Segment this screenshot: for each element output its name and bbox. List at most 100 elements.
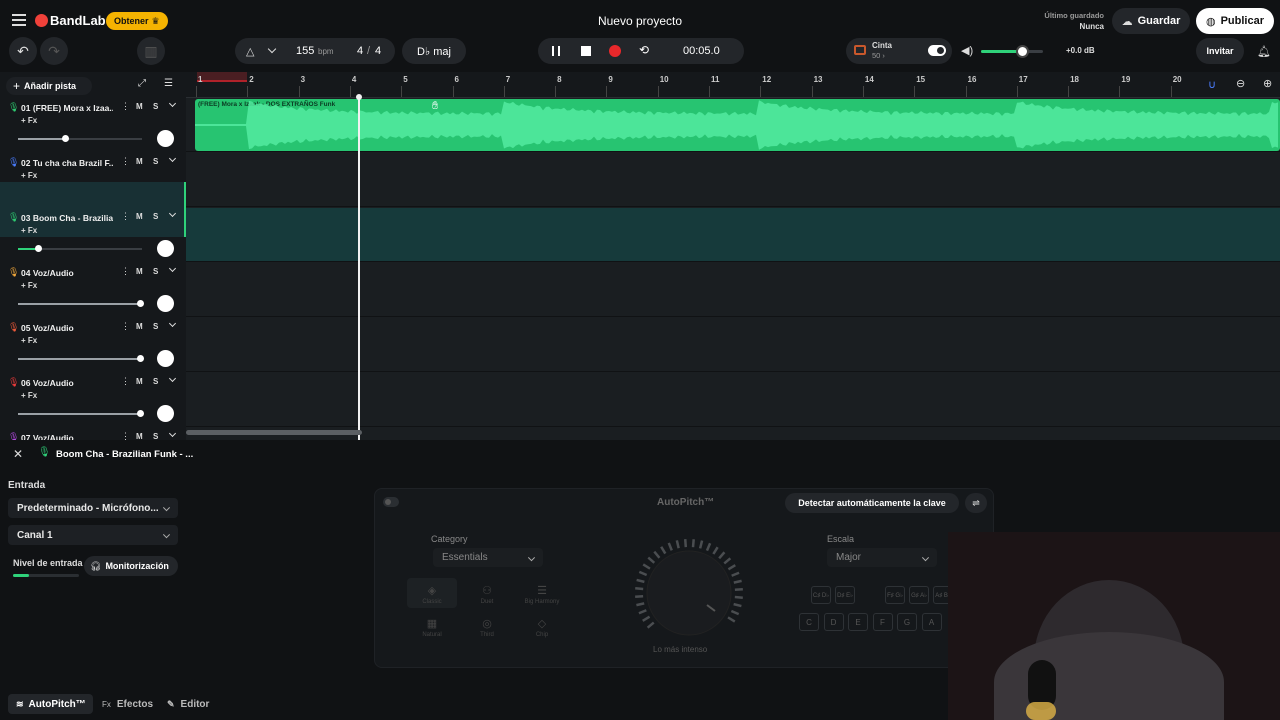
track-header[interactable]: 🎙︎ 07 Voz/Audio ⋮ M S xyxy=(0,402,186,440)
key-natural[interactable]: D xyxy=(823,613,844,631)
chevron-down-icon[interactable] xyxy=(168,209,177,218)
track-name[interactable]: 02 Tu cha cha Brazil F... xyxy=(21,158,113,168)
solo-button[interactable]: S xyxy=(153,102,158,111)
track-menu-icon[interactable]: ⋮ xyxy=(121,431,130,440)
mute-button[interactable]: M xyxy=(136,322,143,331)
invite-button[interactable]: Invitar xyxy=(1196,38,1244,64)
add-fx-button[interactable]: + Fx xyxy=(21,116,37,125)
mute-button[interactable]: M xyxy=(136,212,143,221)
track-name[interactable]: 06 Voz/Audio xyxy=(21,378,113,388)
record-icon[interactable] xyxy=(609,45,621,57)
save-button[interactable]: ☁ Guardar xyxy=(1112,8,1190,34)
pause-icon[interactable] xyxy=(552,46,560,56)
mute-button[interactable]: M xyxy=(136,102,143,111)
key-natural[interactable]: G xyxy=(897,613,917,631)
preset-third[interactable]: ◎ Third xyxy=(462,611,512,641)
chevron-down-icon[interactable] xyxy=(168,99,177,108)
chevron-down-icon[interactable] xyxy=(168,264,177,273)
tape-toggle[interactable] xyxy=(928,45,946,56)
intensity-dial[interactable] xyxy=(633,537,745,649)
track-header[interactable]: 🎙︎ 04 Voz/Audio ⋮ M S + Fx xyxy=(0,237,186,312)
tab-effects[interactable]: Fx Efectos xyxy=(102,694,153,714)
chevron-down-icon[interactable] xyxy=(168,154,177,163)
solo-button[interactable]: S xyxy=(153,212,158,221)
preset-classic[interactable]: ◈ Classic xyxy=(407,578,457,608)
track-menu-icon[interactable]: ⋮ xyxy=(121,376,130,387)
track-lane[interactable] xyxy=(186,373,1280,427)
track-lane[interactable] xyxy=(186,153,1280,207)
add-fx-button[interactable]: + Fx xyxy=(21,171,37,180)
mute-button[interactable]: M xyxy=(136,267,143,276)
tape-value[interactable]: 50 › xyxy=(872,51,885,60)
publish-button[interactable]: ◍ Publicar xyxy=(1196,8,1274,34)
solo-button[interactable]: S xyxy=(153,377,158,386)
track-menu-icon[interactable]: ⋮ xyxy=(121,211,130,222)
key-selector[interactable]: D♭ maj xyxy=(402,38,466,64)
track-name[interactable]: 01 (FREE) Mora x Izaa... xyxy=(21,103,113,113)
track-lane[interactable] xyxy=(186,208,1280,262)
key-sharp[interactable]: C♯ D♭ xyxy=(811,586,831,604)
get-button[interactable]: Obtener ♛ xyxy=(106,12,168,30)
track-lane[interactable] xyxy=(186,263,1280,317)
add-fx-button[interactable]: + Fx xyxy=(21,391,37,400)
track-menu-icon[interactable]: ⋮ xyxy=(121,321,130,332)
add-fx-button[interactable]: + Fx xyxy=(21,281,37,290)
mute-button[interactable]: M xyxy=(136,377,143,386)
notification-bell-icon[interactable]: 🔔︎ xyxy=(1257,45,1271,58)
bpm-value[interactable]: 155 xyxy=(296,45,314,57)
tab-editor[interactable]: ✎ Editor xyxy=(167,694,209,714)
key-sharp[interactable]: D♯ E♭ xyxy=(835,586,855,604)
track-lane[interactable] xyxy=(186,318,1280,372)
add-fx-button[interactable]: + Fx xyxy=(21,226,37,235)
key-natural[interactable]: A xyxy=(921,613,942,631)
track-header[interactable]: 🎙︎ 05 Voz/Audio ⋮ M S + Fx xyxy=(0,292,186,367)
category-select[interactable]: Essentials xyxy=(433,548,543,567)
add-fx-button[interactable]: + Fx xyxy=(21,336,37,345)
metronome-dropdown-chevron-icon[interactable] xyxy=(267,44,277,54)
preset-natural[interactable]: ▦ Natural xyxy=(407,611,457,641)
snap-magnet-icon[interactable]: ∪ xyxy=(1208,78,1216,91)
autopitch-settings-button[interactable]: ⇌ xyxy=(965,493,987,513)
chevron-down-icon[interactable] xyxy=(168,319,177,328)
redo-button[interactable]: ↷ xyxy=(40,37,68,65)
signature-numerator[interactable]: 4 xyxy=(357,45,363,57)
timeline-area[interactable]: 1234567891011121314151617181920 ∪ ⊖ ⊕ (F… xyxy=(186,72,1280,440)
track-menu-icon[interactable]: ⋮ xyxy=(121,101,130,112)
chevron-down-icon[interactable] xyxy=(168,374,177,383)
close-panel-icon[interactable]: ✕ xyxy=(13,447,23,461)
stop-icon[interactable] xyxy=(581,46,591,56)
mute-button[interactable]: M xyxy=(136,157,143,166)
timeline-ruler[interactable]: 1 2 3 4 5 6 7 8 9 10 11 12 13 14 15 16 17 18 19 20 ∪ ⊖ ⊕ xyxy=(186,72,1280,98)
playhead[interactable] xyxy=(358,96,360,440)
key-sharp[interactable]: G♯ A♭ xyxy=(909,586,929,604)
solo-button[interactable]: S xyxy=(153,432,158,440)
metronome-icon[interactable]: △ xyxy=(246,45,254,58)
preset-chip[interactable]: ◇ Chip xyxy=(517,611,567,641)
detect-key-button[interactable]: Detectar automáticamente la clave xyxy=(785,493,959,513)
key-natural[interactable]: C xyxy=(799,613,819,631)
track-menu-icon[interactable]: ⋮ xyxy=(121,266,130,277)
solo-button[interactable]: S xyxy=(153,157,158,166)
solo-button[interactable]: S xyxy=(153,267,158,276)
signature-denominator[interactable]: 4 xyxy=(375,45,381,57)
solo-button[interactable]: S xyxy=(153,322,158,331)
loop-region-marker[interactable] xyxy=(197,72,247,82)
mixer-button[interactable]: ▥ xyxy=(137,37,165,65)
track-name[interactable]: 05 Voz/Audio xyxy=(21,323,113,333)
zoom-out-icon[interactable]: ⊖ xyxy=(1236,77,1245,90)
track-menu-icon[interactable]: ⋮ xyxy=(121,156,130,167)
undo-button[interactable]: ↶ xyxy=(9,37,37,65)
key-sharp[interactable]: F♯ G♭ xyxy=(885,586,905,604)
track-header[interactable]: 🎙︎ 02 Tu cha cha Brazil F... ⋮ M S + Fx xyxy=(0,127,186,202)
timeline-scrollbar-thumb[interactable] xyxy=(186,430,362,435)
track-name[interactable]: 07 Voz/Audio xyxy=(21,433,113,440)
track-name[interactable]: 03 Boom Cha - Brazilia... xyxy=(21,213,113,223)
channel-select[interactable]: Canal 1 xyxy=(8,525,178,545)
master-volume-slider[interactable] xyxy=(981,45,1043,58)
preset-big-harmony[interactable]: ☰ Big Harmony xyxy=(517,578,567,608)
hamburger-menu-icon[interactable] xyxy=(12,14,26,26)
mute-button[interactable]: M xyxy=(136,432,143,440)
track-header[interactable]: 🎙︎ 03 Boom Cha - Brazilia... ⋮ M S + Fx xyxy=(0,182,186,257)
autopitch-power-toggle[interactable] xyxy=(383,497,399,507)
chevron-down-icon[interactable] xyxy=(168,429,177,438)
